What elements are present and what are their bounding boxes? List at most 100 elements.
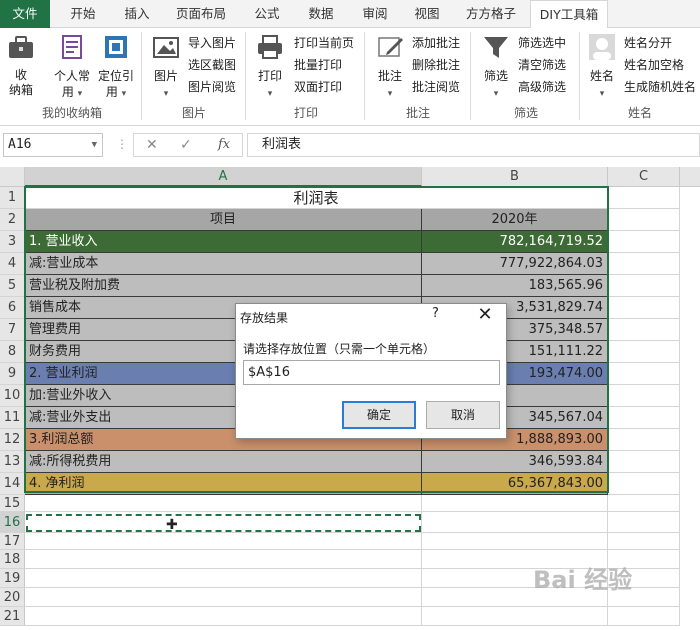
row-header[interactable]: 16 [0, 512, 25, 533]
row-header[interactable]: 1 [0, 187, 25, 209]
empty-cell[interactable] [25, 607, 422, 626]
picture-browse-button[interactable]: 图片阅览 [188, 76, 236, 98]
header-item-cell[interactable]: 项目 [25, 209, 422, 231]
tab-fangfang[interactable]: 方方格子 [458, 0, 524, 28]
picture-button[interactable]: 图片 ▾ [148, 32, 184, 102]
empty-cell[interactable] [422, 533, 608, 550]
row-header[interactable]: 4 [0, 253, 25, 275]
tab-home[interactable]: 开始 [58, 0, 108, 28]
row-header[interactable]: 20 [0, 588, 25, 607]
empty-cell[interactable] [422, 512, 608, 533]
row-header[interactable]: 11 [0, 407, 25, 429]
empty-cell[interactable] [608, 451, 680, 473]
column-header-a[interactable]: A [25, 167, 422, 187]
row-header[interactable]: 7 [0, 319, 25, 341]
print-button[interactable]: 打印 ▾ [252, 32, 288, 102]
item-label-cell[interactable]: 减:营业成本 [25, 253, 422, 275]
empty-cell[interactable] [608, 607, 680, 626]
row-header[interactable]: 17 [0, 533, 25, 550]
filter-selected-button[interactable]: 筛选选中 [518, 32, 566, 54]
row-header[interactable]: 3 [0, 231, 25, 253]
tab-review[interactable]: 审阅 [350, 0, 400, 28]
tab-page-layout[interactable]: 页面布局 [168, 0, 234, 28]
row-header[interactable]: 2 [0, 209, 25, 231]
name-box[interactable]: A16 ▼ [3, 133, 103, 157]
item-value-cell[interactable]: 65,367,843.00 [422, 473, 608, 495]
row-header[interactable]: 19 [0, 569, 25, 588]
empty-cell[interactable] [608, 275, 680, 297]
column-header-c[interactable]: C [608, 167, 680, 187]
empty-cell[interactable] [25, 569, 422, 588]
duplex-print-button[interactable]: 双面打印 [294, 76, 342, 98]
empty-cell[interactable] [608, 407, 680, 429]
confirm-icon[interactable]: ✓ [180, 134, 192, 156]
row-header[interactable]: 13 [0, 451, 25, 473]
row-header[interactable]: 5 [0, 275, 25, 297]
item-value-cell[interactable]: 777,922,864.03 [422, 253, 608, 275]
row-header[interactable]: 10 [0, 385, 25, 407]
help-icon[interactable]: ? [432, 306, 439, 321]
empty-cell[interactable] [608, 187, 680, 209]
row-header[interactable]: 8 [0, 341, 25, 363]
empty-cell[interactable] [608, 363, 680, 385]
sheet-title-cell[interactable]: 利润表 [25, 187, 608, 209]
print-current-page-button[interactable]: 打印当前页 [294, 32, 354, 54]
clear-filter-button[interactable]: 清空筛选 [518, 54, 566, 76]
advanced-filter-button[interactable]: 高级筛选 [518, 76, 566, 98]
cancel-button[interactable]: 取消 [426, 401, 500, 429]
chevron-down-icon[interactable]: ▼ [92, 134, 97, 156]
ok-button[interactable]: 确定 [342, 401, 416, 429]
empty-cell[interactable] [608, 473, 680, 495]
tab-insert[interactable]: 插入 [112, 0, 162, 28]
row-header[interactable]: 15 [0, 495, 25, 512]
item-value-cell[interactable]: 183,565.96 [422, 275, 608, 297]
personal-favorites-button[interactable]: 个人常用 ▾ [50, 32, 94, 102]
column-header-b[interactable]: B [422, 167, 608, 187]
storage-box-button[interactable]: 收纳箱 [4, 32, 38, 98]
empty-cell[interactable] [25, 533, 422, 550]
header-year-cell[interactable]: 2020年 [422, 209, 608, 231]
filter-button[interactable]: 筛选 ▾ [478, 32, 514, 102]
empty-cell[interactable] [608, 429, 680, 451]
split-name-button[interactable]: 姓名分开 [624, 32, 672, 54]
empty-cell[interactable] [608, 533, 680, 550]
row-header[interactable]: 18 [0, 550, 25, 569]
tab-file[interactable]: 文件 [0, 0, 50, 28]
row-header[interactable]: 12 [0, 429, 25, 451]
empty-cell[interactable] [422, 495, 608, 512]
random-name-button[interactable]: 生成随机姓名 [624, 76, 696, 98]
comment-browse-button[interactable]: 批注阅览 [412, 76, 460, 98]
column-header-d[interactable] [680, 167, 700, 187]
tab-diy-toolbox[interactable]: DIY工具箱 [530, 0, 608, 29]
insert-function-icon[interactable]: fx [218, 134, 230, 156]
formula-input[interactable]: 利润表 [247, 133, 700, 157]
batch-print-button[interactable]: 批量打印 [294, 54, 342, 76]
item-label-cell[interactable]: 减:所得税费用 [25, 451, 422, 473]
empty-cell[interactable] [608, 385, 680, 407]
row-header[interactable]: 6 [0, 297, 25, 319]
name-add-space-button[interactable]: 姓名加空格 [624, 54, 684, 76]
select-all-corner[interactable] [0, 167, 25, 187]
tab-view[interactable]: 视图 [404, 0, 450, 28]
empty-cell[interactable] [422, 607, 608, 626]
item-value-cell[interactable]: 782,164,719.52 [422, 231, 608, 253]
cancel-icon[interactable]: ✕ [146, 134, 158, 156]
empty-cell[interactable] [608, 209, 680, 231]
empty-cell[interactable] [25, 550, 422, 569]
empty-cell[interactable] [608, 297, 680, 319]
empty-cell[interactable] [608, 319, 680, 341]
comment-button[interactable]: 批注 ▾ [372, 32, 408, 102]
row-header[interactable]: 9 [0, 363, 25, 385]
empty-cell[interactable] [608, 341, 680, 363]
empty-cell[interactable] [25, 588, 422, 607]
location-input[interactable]: $A$16 [243, 360, 500, 385]
locate-reference-button[interactable]: 定位引用 ▾ [96, 32, 136, 102]
tab-data[interactable]: 数据 [296, 0, 346, 28]
region-screenshot-button[interactable]: 选区截图 [188, 54, 236, 76]
empty-cell[interactable] [608, 512, 680, 533]
row-header[interactable]: 14 [0, 473, 25, 495]
import-picture-button[interactable]: 导入图片 [188, 32, 236, 54]
item-label-cell[interactable]: 营业税及附加费 [25, 275, 422, 297]
name-button[interactable]: 姓名 ▾ [584, 32, 620, 102]
tab-formulas[interactable]: 公式 [242, 0, 292, 28]
